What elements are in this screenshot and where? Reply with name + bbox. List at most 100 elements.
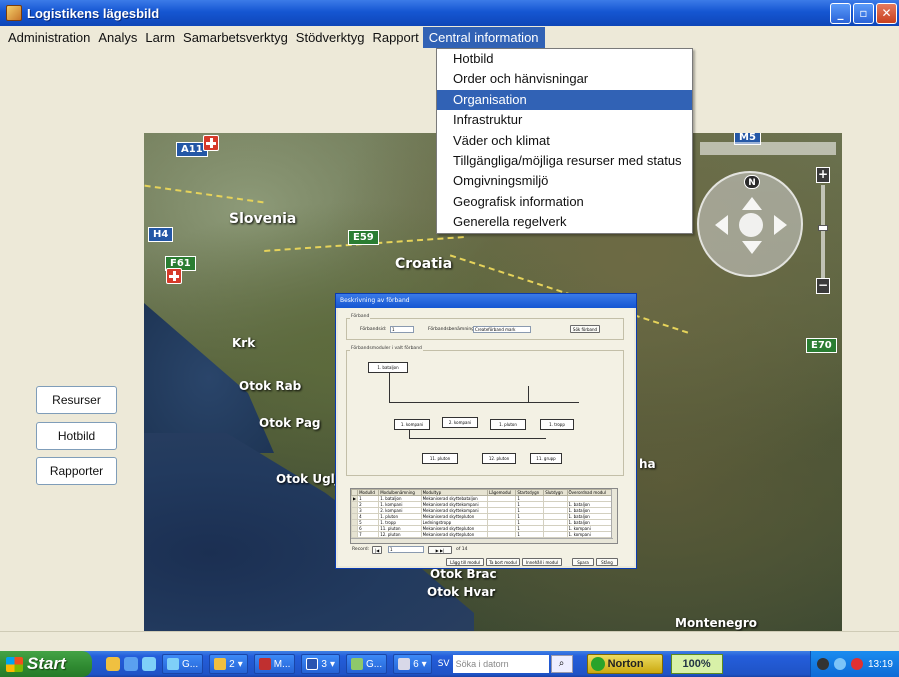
zoom-in-button[interactable]: + bbox=[816, 167, 830, 183]
org-node[interactable]: 1. pluton bbox=[490, 419, 526, 430]
table-cell[interactable] bbox=[486, 531, 517, 538]
table-cell[interactable]: 7 bbox=[357, 531, 380, 538]
table-horizontal-scrollbar[interactable] bbox=[351, 538, 613, 543]
dropdown-item-hotbild[interactable]: Hotbild bbox=[437, 49, 692, 69]
module-content-button[interactable]: Innehåll i modul bbox=[522, 558, 562, 566]
org-node[interactable]: 1. tropp bbox=[540, 419, 574, 430]
rapporter-button[interactable]: Rapporter bbox=[36, 457, 117, 485]
clock[interactable]: 13:19 bbox=[868, 659, 893, 670]
modules-table[interactable]: ModulId Modulbenämning Modultyp Lägemodu… bbox=[350, 488, 618, 544]
compass-north-icon[interactable]: N bbox=[744, 175, 760, 189]
taskbar-item-access[interactable]: M... bbox=[253, 654, 296, 674]
browser-icon[interactable] bbox=[124, 657, 138, 671]
search-icon[interactable]: ⌕ bbox=[550, 655, 573, 673]
dropdown-item-omgivningsmiljo[interactable]: Omgivningsmiljö bbox=[437, 171, 692, 191]
table-cell[interactable]: Mekaniserad skyttepluton bbox=[420, 531, 488, 538]
table-cell[interactable]: 1. kompani bbox=[566, 531, 614, 538]
zoom-slider-track[interactable] bbox=[821, 185, 825, 281]
resurser-button[interactable]: Resurser bbox=[36, 386, 117, 414]
medical-marker-icon[interactable] bbox=[203, 135, 219, 151]
dropdown-item-organisation[interactable]: Organisation bbox=[437, 89, 692, 111]
dropdown-item-vader[interactable]: Väder och klimat bbox=[437, 131, 692, 151]
menu-rapport[interactable]: Rapport bbox=[368, 28, 422, 47]
map-pan-control[interactable]: N bbox=[697, 171, 803, 277]
minimize-button[interactable]: _ bbox=[830, 3, 851, 24]
org-node[interactable]: 2. kompani bbox=[442, 417, 478, 428]
close-button[interactable]: ✕ bbox=[876, 3, 897, 24]
pan-right-icon[interactable] bbox=[774, 215, 787, 235]
menu-central-information[interactable]: Central information bbox=[422, 26, 545, 48]
start-button[interactable]: Start bbox=[0, 651, 92, 677]
dropdown-item-geografisk[interactable]: Geografisk information bbox=[437, 192, 692, 212]
table-cell[interactable]: 12. pluton bbox=[378, 531, 422, 538]
network-icon[interactable] bbox=[816, 658, 829, 670]
forband-id-field[interactable]: 1 bbox=[390, 326, 414, 333]
pan-down-icon[interactable] bbox=[742, 241, 762, 254]
bluetooth-icon[interactable] bbox=[833, 658, 846, 670]
explorer-icon[interactable] bbox=[142, 657, 156, 671]
taskbar-item-word[interactable]: 3 ▾ bbox=[301, 654, 340, 674]
close-dialog-button[interactable]: Stäng bbox=[596, 558, 618, 566]
next-last-record-icon[interactable]: ▶ ▶| bbox=[428, 546, 452, 554]
map-type-controls[interactable] bbox=[700, 142, 836, 155]
table-cell[interactable]: 1 bbox=[515, 531, 545, 538]
language-indicator[interactable]: SV bbox=[438, 659, 450, 669]
org-node[interactable]: 11. pluton bbox=[422, 453, 458, 464]
menu-analys[interactable]: Analys bbox=[94, 28, 141, 47]
menu-samarbetsverktyg[interactable]: Samarbetsverktyg bbox=[179, 28, 292, 47]
desktop-icon[interactable] bbox=[106, 657, 120, 671]
taskbar-item-messenger[interactable]: G... bbox=[345, 654, 388, 674]
menu-administration[interactable]: Administration bbox=[4, 28, 94, 47]
org-node[interactable]: 1. kompani bbox=[394, 419, 430, 430]
dropdown-item-infrastruktur[interactable]: Infrastruktur bbox=[437, 110, 692, 130]
folder-icon bbox=[214, 658, 227, 670]
hotbild-button[interactable]: Hotbild bbox=[36, 422, 117, 450]
table-cell[interactable] bbox=[543, 531, 568, 538]
dropdown-item-resurser[interactable]: Tillgängliga/möjliga resurser med status bbox=[437, 151, 692, 171]
map-label-otok-pag: Otok Pag bbox=[259, 416, 321, 430]
norton-button[interactable]: Norton bbox=[586, 654, 663, 674]
org-node[interactable]: 11. grupp bbox=[530, 453, 562, 464]
zoom-out-button[interactable]: − bbox=[816, 278, 830, 294]
search-forband-button[interactable]: Sök förband bbox=[570, 325, 600, 333]
table-vertical-scrollbar[interactable] bbox=[611, 489, 617, 543]
menubar: Administration Analys Larm Samarbetsverk… bbox=[0, 26, 899, 48]
taskbar-item-browser[interactable]: G... bbox=[162, 654, 204, 674]
system-tray: 13:19 bbox=[809, 651, 899, 677]
org-node-root[interactable]: 1. bataljon bbox=[368, 362, 408, 373]
taskbar-item-folders[interactable]: 2 ▾ bbox=[209, 654, 248, 674]
taskbar-item-label: 2 bbox=[229, 658, 235, 670]
messenger-icon bbox=[350, 658, 363, 670]
table-cell[interactable]: Mekaniserad skyttekompani bbox=[420, 507, 488, 514]
window-titlebar: Logistikens lägesbild _ ▫ ✕ bbox=[0, 0, 899, 26]
pan-center-icon[interactable] bbox=[739, 213, 763, 237]
record-number-field[interactable]: 1 bbox=[388, 546, 424, 553]
column-header[interactable]: Modulbenämning bbox=[378, 489, 422, 496]
pan-left-icon[interactable] bbox=[715, 215, 728, 235]
table-row[interactable]: 7 12. pluton Mekaniserad skyttepluton 1 1. k… bbox=[351, 531, 614, 538]
table-cell[interactable]: Mekaniserad skyttebataljon bbox=[420, 495, 488, 502]
table-cell[interactable]: Mekaniserad skyttekompani bbox=[420, 501, 488, 508]
menu-larm[interactable]: Larm bbox=[141, 28, 179, 47]
security-icon[interactable] bbox=[850, 658, 863, 670]
menu-stodverktyg[interactable]: Stödverktyg bbox=[292, 28, 369, 47]
maximize-button[interactable]: ▫ bbox=[853, 3, 874, 24]
add-module-button[interactable]: Lägg till modul bbox=[446, 558, 484, 566]
dropdown-item-regelverk[interactable]: Generella regelverk bbox=[437, 212, 692, 232]
remove-module-button[interactable]: Ta bort modul bbox=[486, 558, 520, 566]
dropdown-item-order[interactable]: Order och hänvisningar bbox=[437, 69, 692, 89]
battery-percent[interactable]: 100% bbox=[670, 654, 723, 674]
pan-up-icon[interactable] bbox=[742, 197, 762, 210]
forband-name-field[interactable]: Createförband mark bbox=[473, 326, 531, 333]
road-e59-label: E59 bbox=[348, 230, 379, 245]
zoom-slider-handle[interactable] bbox=[818, 225, 828, 231]
org-node[interactable]: 12. pluton bbox=[482, 453, 516, 464]
save-button[interactable]: Spara bbox=[572, 558, 594, 566]
medical-marker-icon[interactable] bbox=[166, 268, 182, 284]
org-connector bbox=[389, 402, 579, 403]
forband-dialog: Beskrivning av förband Förband Förbandsi… bbox=[335, 293, 637, 569]
column-header[interactable]: Överordnad modul bbox=[566, 489, 614, 496]
taskbar-item-apps[interactable]: 6 ▾ bbox=[393, 654, 432, 674]
search-input[interactable]: Söka i datorn bbox=[452, 655, 549, 673]
first-record-icon[interactable]: |◀ bbox=[372, 546, 382, 554]
